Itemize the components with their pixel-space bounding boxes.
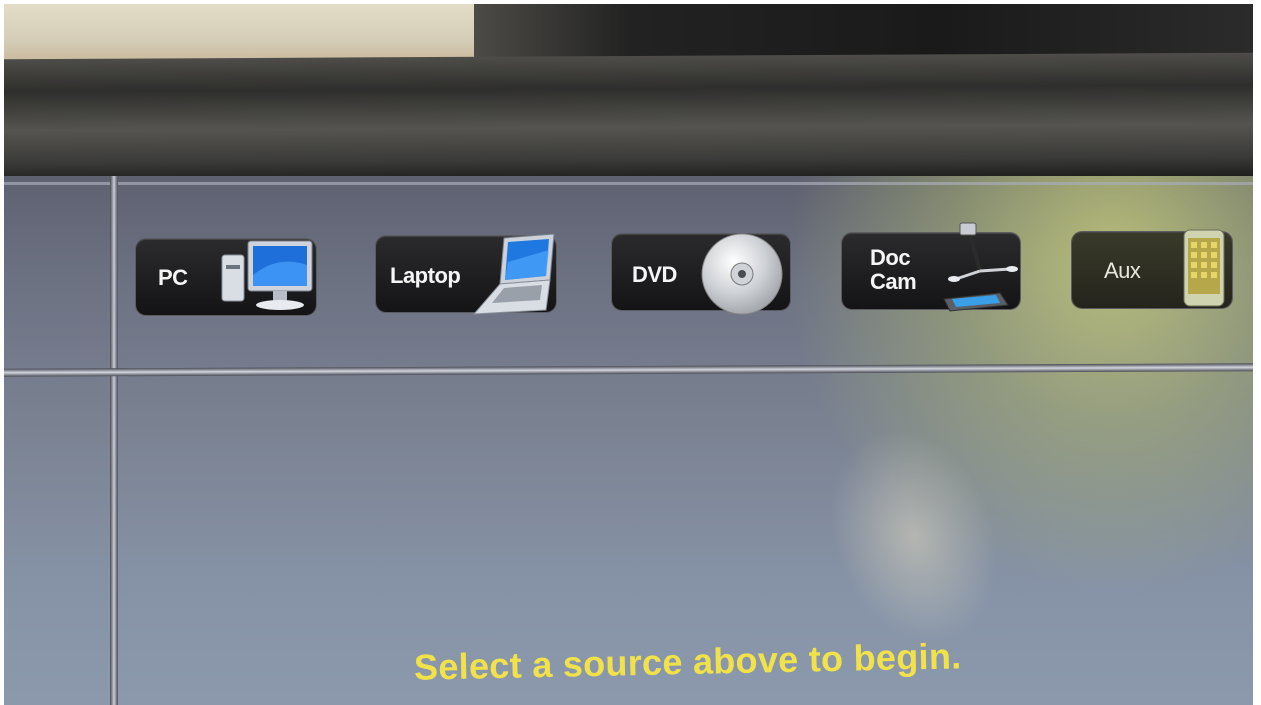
source-button-laptop[interactable]: Laptop [376, 233, 556, 315]
desktop-computer-icon [218, 235, 318, 322]
background-wall [4, 4, 474, 64]
source-label-pc: PC [158, 265, 188, 290]
source-label-doc-cam-line2: Cam [870, 269, 917, 294]
vertical-divider [110, 176, 118, 705]
photo-frame: PC Laptop DVD Doc Cam Aux Select a sourc… [4, 4, 1253, 705]
source-label-laptop: Laptop [390, 263, 461, 288]
top-divider [4, 182, 1253, 185]
source-label-doc-cam-line1: Doc [870, 245, 911, 270]
source-button-dvd[interactable]: DVD [612, 233, 790, 315]
laptop-icon [470, 232, 560, 321]
source-label-doc-cam: Doc Cam [870, 245, 917, 294]
touch-panel-screen: PC Laptop DVD Doc Cam Aux Select a sourc… [4, 176, 1253, 705]
source-button-doc-cam[interactable]: Doc Cam [842, 222, 1020, 312]
source-button-aux[interactable]: Aux [1072, 229, 1232, 308]
source-label-aux: Aux [1104, 258, 1141, 283]
document-camera-icon [938, 221, 1028, 318]
disc-icon [700, 232, 784, 321]
instruction-text: Select a source above to begin. [413, 635, 962, 688]
source-selection-bar: PC Laptop DVD Doc Cam Aux [124, 222, 1253, 326]
monitor-bezel [4, 52, 1253, 190]
source-button-pc[interactable]: PC [136, 239, 316, 315]
source-label-dvd: DVD [632, 262, 677, 287]
phone-icon [1180, 226, 1230, 317]
